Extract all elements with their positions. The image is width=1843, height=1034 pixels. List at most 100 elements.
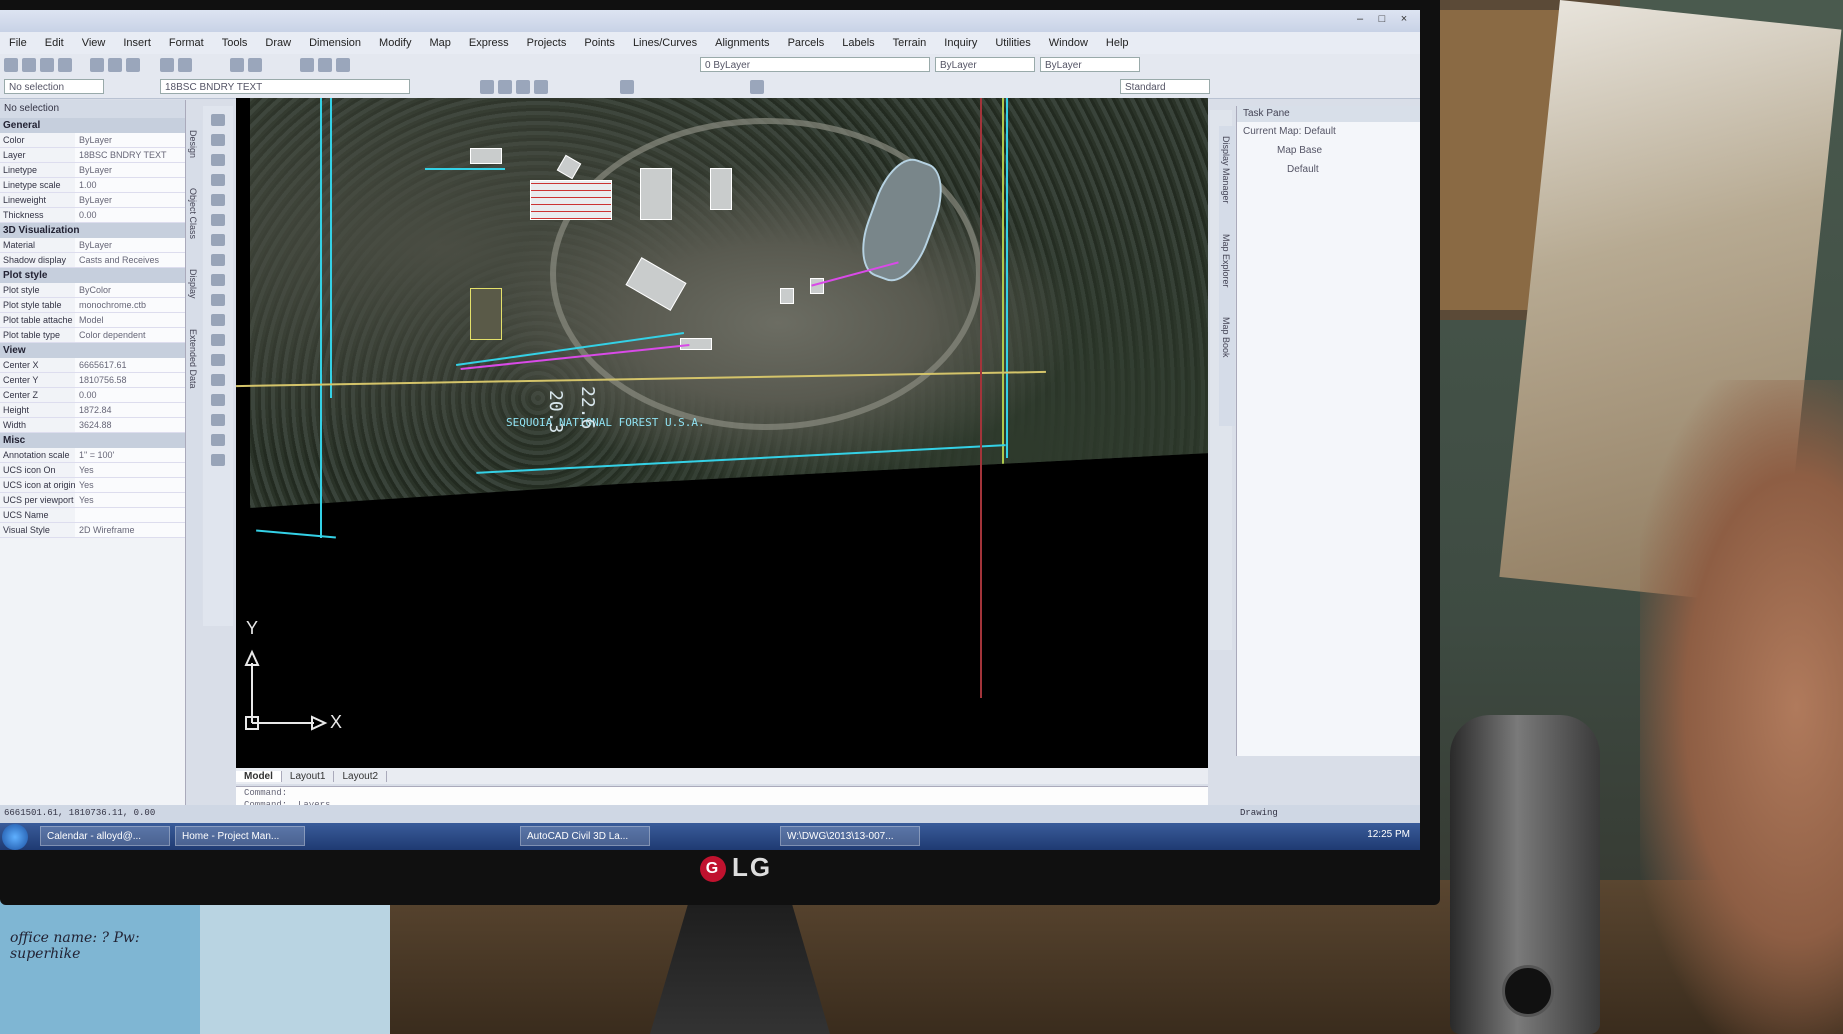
- trim-icon[interactable]: [211, 454, 225, 466]
- pan-icon[interactable]: [230, 58, 244, 72]
- property-value[interactable]: Yes: [75, 478, 185, 492]
- property-value[interactable]: ByLayer: [75, 163, 185, 177]
- linetype-dropdown[interactable]: ByLayer: [935, 57, 1035, 72]
- property-row[interactable]: UCS icon at origin Yes: [0, 478, 185, 493]
- cut-icon[interactable]: [90, 58, 104, 72]
- menu-item-dimension[interactable]: Dimension: [300, 37, 370, 49]
- save-icon[interactable]: [40, 58, 54, 72]
- properties-icon[interactable]: [300, 58, 314, 72]
- property-row[interactable]: Shadow display Casts and Receives: [0, 253, 185, 268]
- hatch-icon[interactable]: [211, 314, 225, 326]
- zoom-icon[interactable]: [248, 58, 262, 72]
- property-value[interactable]: Yes: [75, 463, 185, 477]
- menu-item-map[interactable]: Map: [420, 37, 459, 49]
- tab-object-class[interactable]: Object Class: [188, 188, 198, 239]
- property-row[interactable]: Center Y 1810756.58: [0, 373, 185, 388]
- menu-item-parcels[interactable]: Parcels: [779, 37, 834, 49]
- tab-display[interactable]: Display: [188, 269, 198, 299]
- rectangle-icon[interactable]: [211, 174, 225, 186]
- dimension-icon[interactable]: [750, 80, 764, 94]
- current-map-row[interactable]: Current Map: Default: [1237, 122, 1420, 141]
- property-row[interactable]: Layer 18BSC BNDRY TEXT: [0, 148, 185, 163]
- property-value[interactable]: Model: [75, 313, 185, 327]
- insert-block-icon[interactable]: [211, 274, 225, 286]
- property-row[interactable]: UCS icon On Yes: [0, 463, 185, 478]
- tab-design[interactable]: Design: [188, 130, 198, 158]
- menu-item-inquiry[interactable]: Inquiry: [935, 37, 986, 49]
- mtext-icon[interactable]: [211, 374, 225, 386]
- menu-item-labels[interactable]: Labels: [833, 37, 883, 49]
- property-value[interactable]: monochrome.ctb: [75, 298, 185, 312]
- tool-palettes-icon[interactable]: [336, 58, 350, 72]
- color-dropdown[interactable]: 0 ByLayer: [700, 57, 930, 72]
- property-value[interactable]: 1872.84: [75, 403, 185, 417]
- menu-item-alignments[interactable]: Alignments: [706, 37, 778, 49]
- annotation-status[interactable]: Drawing: [1240, 808, 1278, 818]
- property-row[interactable]: Center X 6665617.61: [0, 358, 185, 373]
- property-value[interactable]: 2D Wireframe: [75, 523, 185, 537]
- property-value[interactable]: Casts and Receives: [75, 253, 185, 267]
- point-icon[interactable]: [211, 294, 225, 306]
- taskbar-item[interactable]: Home - Project Man...: [175, 826, 305, 846]
- menu-item-points[interactable]: Points: [575, 37, 624, 49]
- zoom-previous-icon[interactable]: [534, 80, 548, 94]
- design-center-icon[interactable]: [318, 58, 332, 72]
- property-value[interactable]: Yes: [75, 493, 185, 507]
- tab-layout1[interactable]: Layout1: [282, 770, 335, 782]
- workspace-dropdown[interactable]: No selection: [4, 79, 104, 94]
- property-row[interactable]: Plot table attache Model: [0, 313, 185, 328]
- property-row[interactable]: Color ByLayer: [0, 133, 185, 148]
- properties-section-header[interactable]: 3D Visualization: [0, 223, 185, 238]
- property-row[interactable]: Annotation scale 1" = 100': [0, 448, 185, 463]
- menu-item-window[interactable]: Window: [1040, 37, 1097, 49]
- drawing-canvas[interactable]: SEQUOIA NATIONAL FOREST U.S.A. 20.3 22.6…: [236, 98, 1208, 768]
- properties-section-header[interactable]: General: [0, 118, 185, 133]
- property-row[interactable]: UCS per viewport Yes: [0, 493, 185, 508]
- open-icon[interactable]: [22, 58, 36, 72]
- property-row[interactable]: Linetype scale 1.00: [0, 178, 185, 193]
- region-icon[interactable]: [211, 334, 225, 346]
- new-icon[interactable]: [4, 58, 18, 72]
- tab-display-manager[interactable]: Display Manager: [1221, 136, 1231, 204]
- menu-item-help[interactable]: Help: [1097, 37, 1138, 49]
- circle-icon[interactable]: [211, 214, 225, 226]
- lineweight-dropdown[interactable]: ByLayer: [1040, 57, 1140, 72]
- taskbar-item[interactable]: Calendar - alloyd@...: [40, 826, 170, 846]
- property-value[interactable]: ByLayer: [75, 238, 185, 252]
- properties-section-header[interactable]: View: [0, 343, 185, 358]
- property-value[interactable]: [75, 508, 185, 522]
- tab-map-book[interactable]: Map Book: [1221, 317, 1231, 358]
- property-row[interactable]: Plot table type Color dependent: [0, 328, 185, 343]
- rotate-icon[interactable]: [211, 434, 225, 446]
- spline-icon[interactable]: [211, 234, 225, 246]
- menu-item-format[interactable]: Format: [160, 37, 213, 49]
- property-value[interactable]: 0.00: [75, 388, 185, 402]
- minimize-icon[interactable]: –: [1350, 13, 1370, 27]
- menu-item-tools[interactable]: Tools: [213, 37, 257, 49]
- line-icon[interactable]: [211, 114, 225, 126]
- menu-item-modify[interactable]: Modify: [370, 37, 420, 49]
- taskbar-item[interactable]: W:\DWG\2013\13-007...: [780, 826, 920, 846]
- move-icon[interactable]: [211, 414, 225, 426]
- menu-item-projects[interactable]: Projects: [518, 37, 576, 49]
- arc-icon[interactable]: [211, 194, 225, 206]
- ellipse-icon[interactable]: [211, 254, 225, 266]
- property-value[interactable]: ByLayer: [75, 133, 185, 147]
- tab-model[interactable]: Model: [236, 770, 282, 782]
- property-row[interactable]: Plot style ByColor: [0, 283, 185, 298]
- menu-item-lines-curves[interactable]: Lines/Curves: [624, 37, 706, 49]
- zoom-window-icon[interactable]: [498, 80, 512, 94]
- property-value[interactable]: 6665617.61: [75, 358, 185, 372]
- zoom-extents-icon[interactable]: [516, 80, 530, 94]
- copy-icon[interactable]: [108, 58, 122, 72]
- properties-section-header[interactable]: Plot style: [0, 268, 185, 283]
- property-row[interactable]: UCS Name: [0, 508, 185, 523]
- property-value[interactable]: 1.00: [75, 178, 185, 192]
- polyline-icon[interactable]: [211, 134, 225, 146]
- menu-item-express[interactable]: Express: [460, 37, 518, 49]
- polygon-icon[interactable]: [211, 154, 225, 166]
- menu-item-file[interactable]: File: [0, 37, 36, 49]
- redo-icon[interactable]: [178, 58, 192, 72]
- property-row[interactable]: Material ByLayer: [0, 238, 185, 253]
- menu-item-insert[interactable]: Insert: [114, 37, 160, 49]
